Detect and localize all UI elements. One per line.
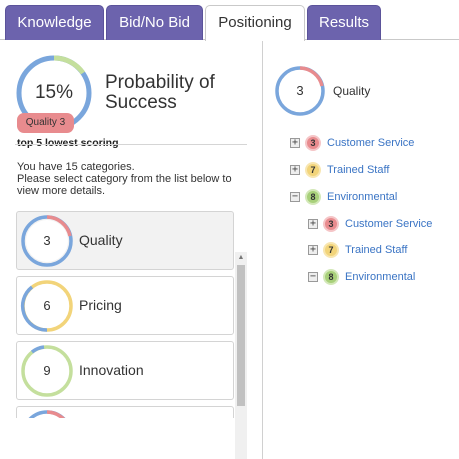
detail-panel: 3 Quality + 3 Customer Service + 7 Train…	[262, 41, 459, 459]
detail-title: Quality	[333, 84, 371, 98]
tree-link[interactable]: Customer Service	[345, 215, 432, 233]
tree-link[interactable]: Trained Staff	[327, 161, 389, 179]
category-label: Innovation	[79, 362, 144, 378]
lowest-badge-quality[interactable]: Quality 3	[17, 113, 74, 133]
score-badge: 8	[323, 269, 339, 285]
score-badge: 7	[305, 162, 321, 178]
category-score: 3	[43, 233, 51, 248]
detail-score: 3	[296, 83, 304, 98]
category-label: Quality	[79, 232, 123, 248]
tab-bar: Knowledge Bid/No Bid Positioning Results	[0, 0, 459, 41]
tab-bid-no-bid[interactable]: Bid/No Bid	[106, 5, 203, 40]
minus-square-icon[interactable]: −	[290, 192, 300, 202]
minus-square-icon[interactable]: −	[308, 272, 318, 282]
tree-link[interactable]: Trained Staff	[345, 241, 407, 259]
category-card-pricing[interactable]: 6 Pricing	[16, 276, 234, 335]
category-card-partial[interactable]	[16, 406, 234, 418]
score-badge: 3	[323, 216, 339, 232]
tree-link[interactable]: Customer Service	[327, 134, 414, 152]
category-label: Pricing	[79, 297, 122, 313]
arrow-up-icon[interactable]: ▲	[235, 252, 247, 264]
lowest-scoring-label: top 5 lowest scoring	[17, 137, 119, 149]
tab-results[interactable]: Results	[307, 5, 381, 40]
scroll-thumb[interactable]	[237, 265, 245, 406]
tab-knowledge[interactable]: Knowledge	[5, 5, 104, 40]
score-badge: 8	[305, 189, 321, 205]
category-card-innovation[interactable]: 9 Innovation	[16, 341, 234, 400]
category-list-scrollbar[interactable]: ▲	[235, 252, 247, 459]
category-card-quality[interactable]: 3 Quality	[16, 211, 234, 270]
divider	[15, 144, 247, 145]
probability-title: Probability of Success	[105, 72, 215, 113]
score-ring	[28, 410, 66, 418]
plus-square-icon[interactable]: +	[308, 219, 318, 229]
category-score: 6	[43, 298, 51, 313]
category-list: 3 Quality 6 Pricing 9 Innovation	[16, 211, 248, 418]
category-score: 9	[43, 363, 51, 378]
tree-link[interactable]: Environmental	[327, 188, 397, 206]
plus-square-icon[interactable]: +	[308, 245, 318, 255]
tab-positioning[interactable]: Positioning	[205, 5, 305, 41]
score-badge: 7	[323, 242, 339, 258]
categories-info: You have 15 categories. Please select ca…	[17, 161, 232, 197]
plus-square-icon[interactable]: +	[290, 165, 300, 175]
plus-square-icon[interactable]: +	[290, 138, 300, 148]
score-badge: 3	[305, 135, 321, 151]
tree-link[interactable]: Environmental	[345, 268, 415, 286]
